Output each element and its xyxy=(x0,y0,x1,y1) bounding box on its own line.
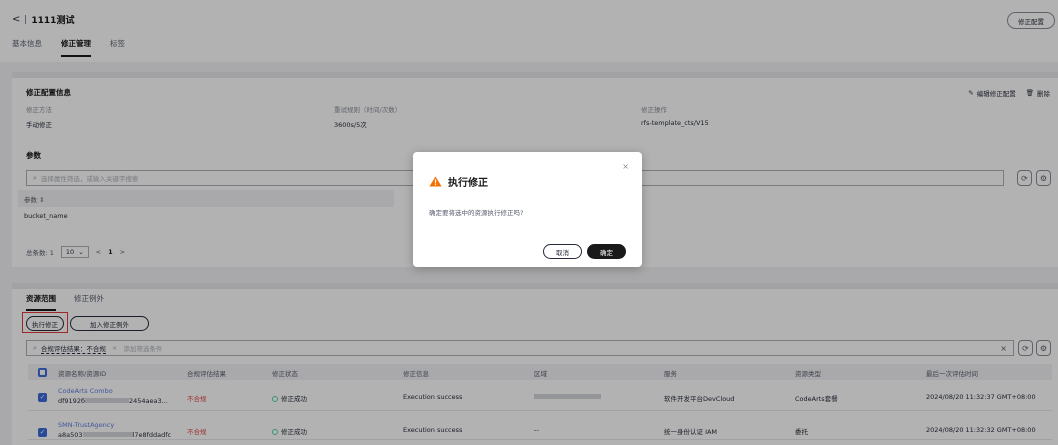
execute-fix-dialog: × 执行修正 确定要将选中的资源执行修正吗? 取消 确定 xyxy=(413,152,642,267)
dialog-title: 执行修正 xyxy=(448,178,488,189)
warning-icon xyxy=(429,176,442,187)
dialog-title-row: 执行修正 xyxy=(429,174,488,189)
cancel-button[interactable]: 取消 xyxy=(543,244,582,259)
confirm-button[interactable]: 确定 xyxy=(587,244,626,259)
close-icon[interactable]: × xyxy=(622,162,629,171)
dialog-message: 确定要将选中的资源执行修正吗? xyxy=(429,209,524,217)
